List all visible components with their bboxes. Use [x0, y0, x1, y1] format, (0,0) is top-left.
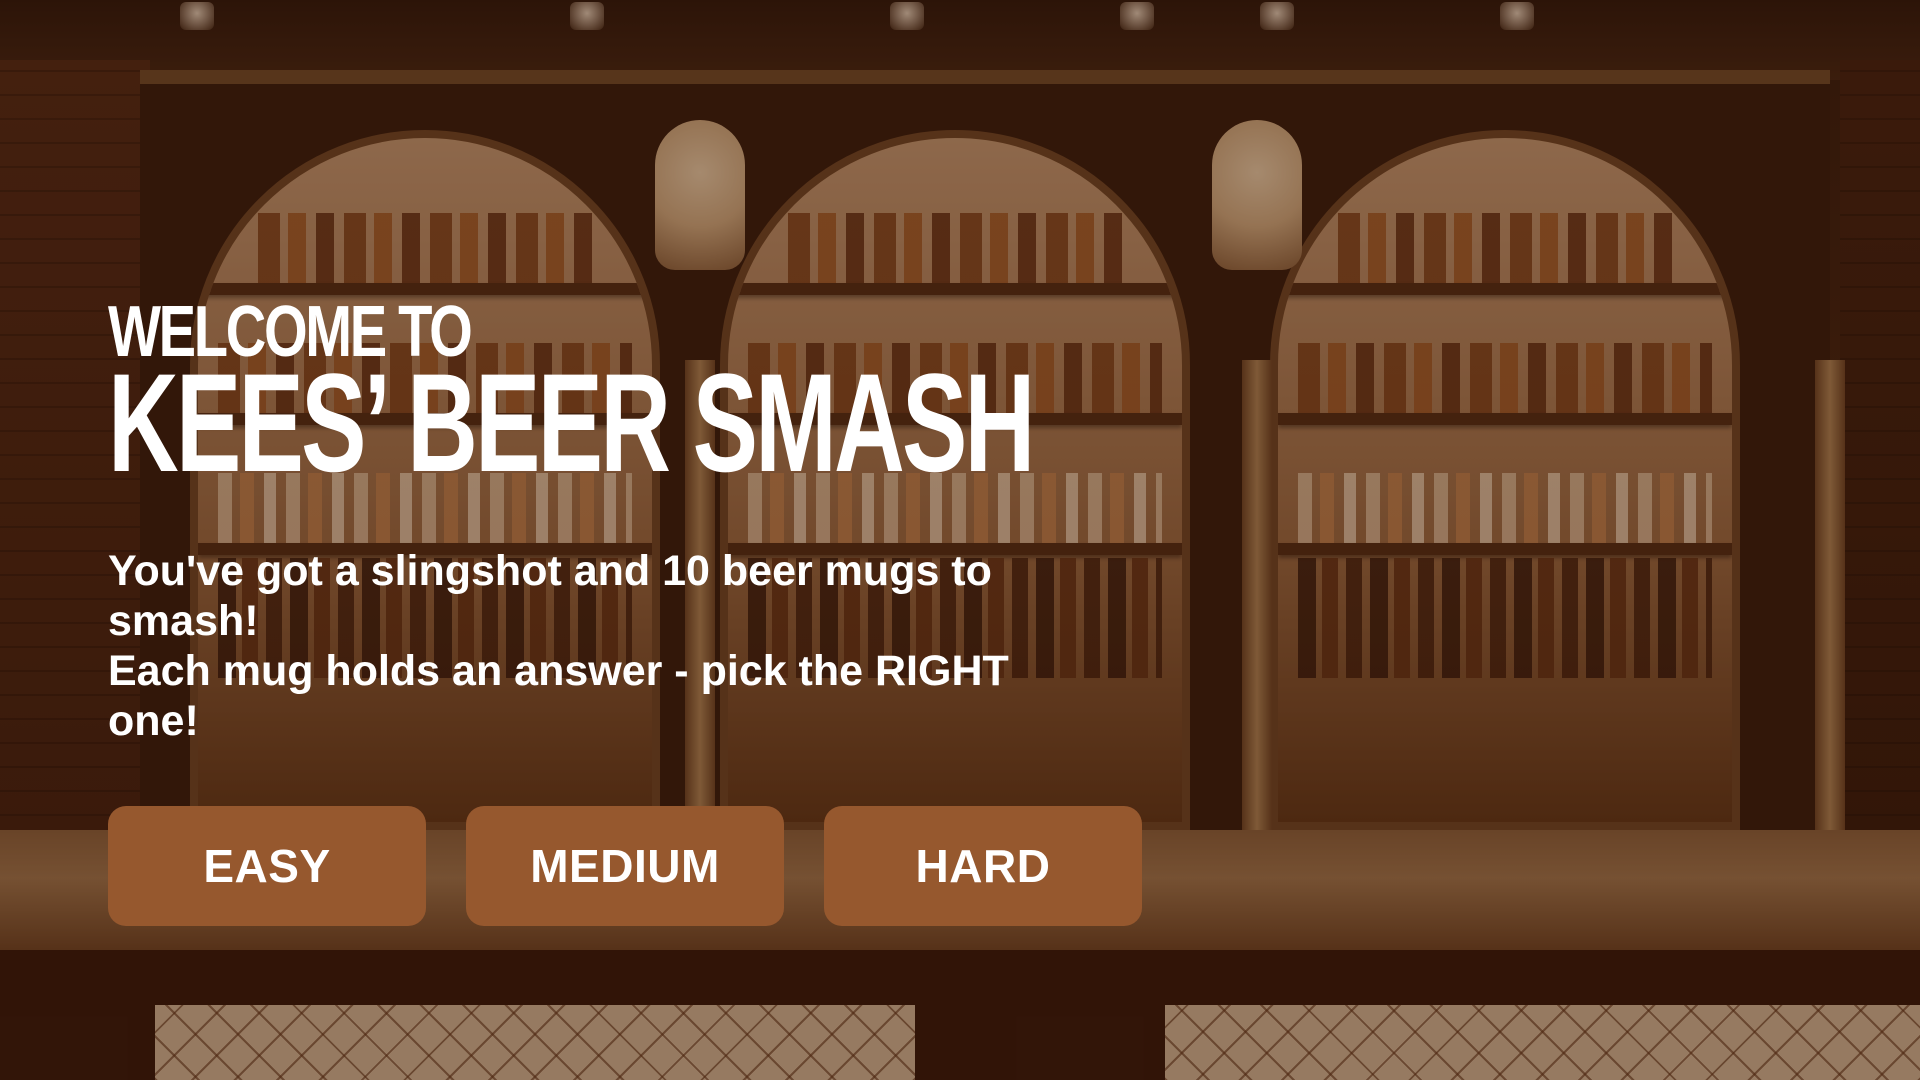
game-description: You've got a slingshot and 10 beer mugs … [108, 546, 1048, 746]
game-title: KEES’ BEER SMASH [108, 344, 1035, 501]
easy-button[interactable]: EASY [108, 806, 426, 926]
welcome-panel: WELCOME TO KEES’ BEER SMASH You've got a… [108, 296, 1068, 746]
medium-button[interactable]: MEDIUM [466, 806, 784, 926]
description-line-2: Each mug holds an answer - pick the RIGH… [108, 647, 1009, 745]
difficulty-selector: EASY MEDIUM HARD [108, 806, 1142, 926]
hard-button[interactable]: HARD [824, 806, 1142, 926]
description-line-1: You've got a slingshot and 10 beer mugs … [108, 547, 992, 645]
